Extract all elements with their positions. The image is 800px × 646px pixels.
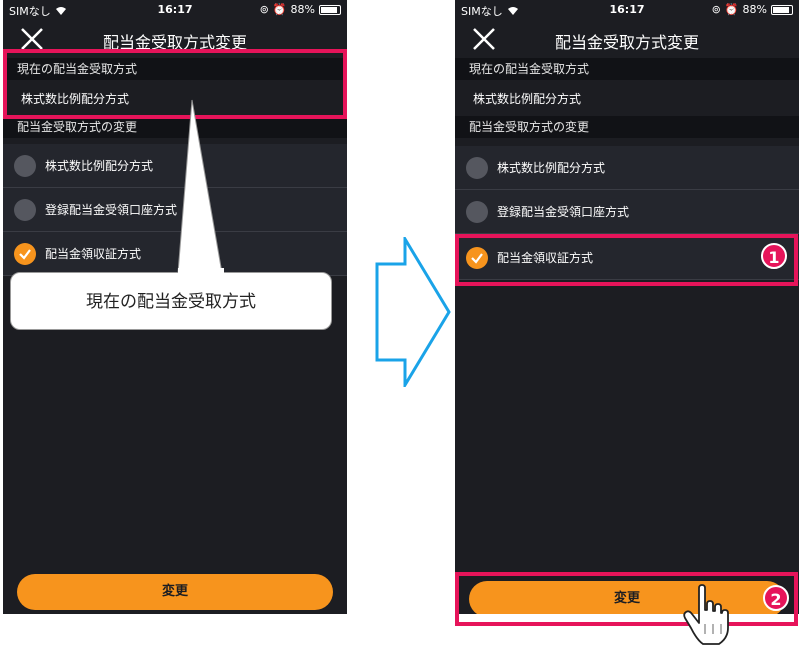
change-button-highlight [455, 572, 798, 626]
change-method-header: 配当金受取方式の変更 [455, 116, 799, 138]
status-bar: SIMなし 16:17 ⊚ ⏰ 88% [455, 0, 799, 20]
page-title: 配当金受取方式変更 [554, 33, 699, 52]
radio-off-icon[interactable] [466, 157, 488, 179]
step-1-badge: 1 [761, 243, 787, 269]
battery-icon [771, 4, 793, 15]
radio-off-icon[interactable] [466, 201, 488, 223]
current-method-value: 株式数比例配分方式 [473, 92, 582, 106]
callout-bubble: 現在の配当金受取方式 [10, 272, 332, 330]
current-method-header: 現在の配当金受取方式 [455, 58, 799, 80]
arrow-right-icon [375, 237, 451, 387]
current-method-row: 株式数比例配分方式 [455, 80, 799, 118]
pointing-hand-icon [683, 584, 729, 645]
receipt-option-highlight [455, 234, 798, 286]
rotation-lock-icon: ⊚ [711, 3, 721, 16]
battery-percent: 88% [742, 3, 767, 16]
step-2-badge: 2 [763, 585, 789, 611]
phone-screen-after: SIMなし 16:17 ⊚ ⏰ 88% 配当金受取方式変更 現在の配当金受取方式… [455, 0, 799, 614]
alarm-icon: ⏰ [724, 3, 739, 16]
nav-bar: 配当金受取方式変更 [455, 20, 799, 58]
option-row-stock-ratio[interactable]: 株式数比例配分方式 [455, 146, 799, 190]
option-row-bank-account[interactable]: 登録配当金受領口座方式 [455, 190, 799, 234]
